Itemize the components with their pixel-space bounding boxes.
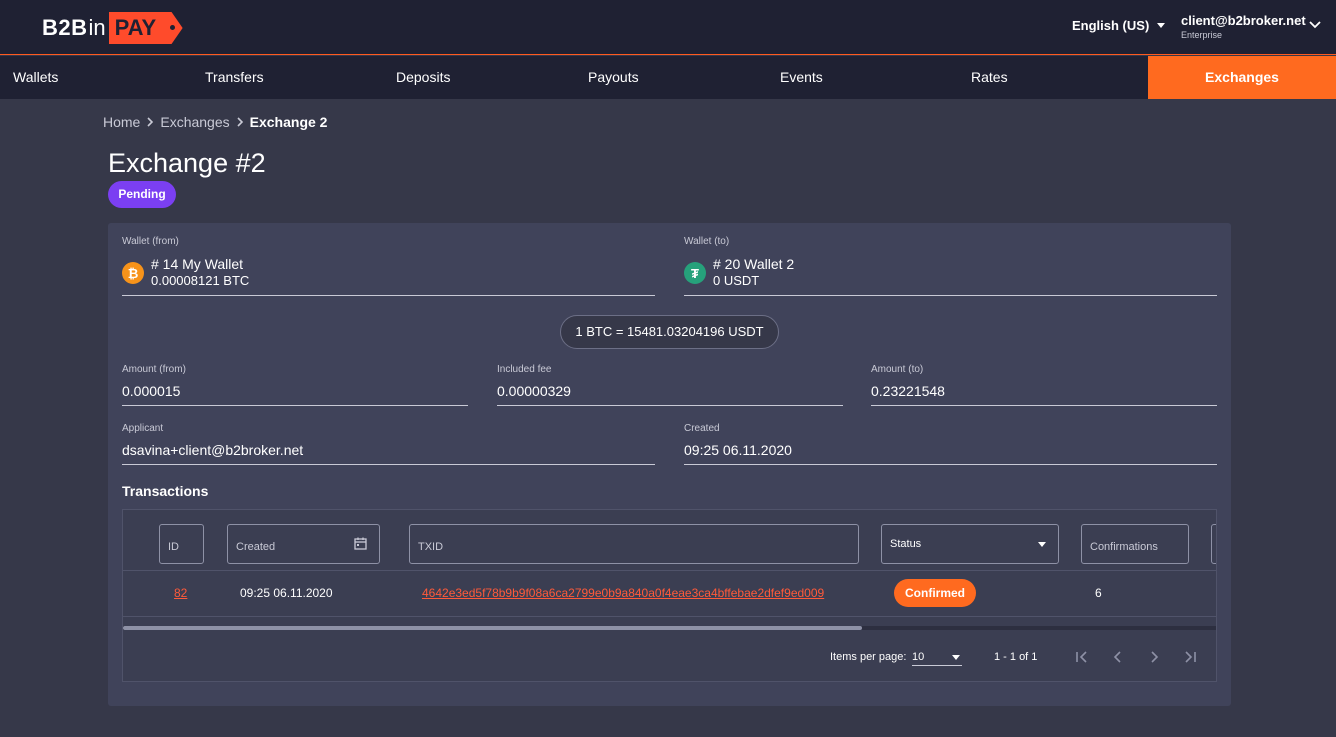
status-filter-label: Status (890, 538, 922, 550)
created-filter-label: Created (236, 541, 276, 553)
applicant-field: Applicant dsavina+client@b2broker.net (122, 423, 655, 465)
breadcrumb-exchanges[interactable]: Exchanges (160, 114, 229, 130)
nav-deposits[interactable]: Deposits (396, 56, 450, 99)
logo-b2b-text: B2B (42, 15, 88, 40)
breadcrumb-home[interactable]: Home (103, 114, 140, 130)
nav-transfers[interactable]: Transfers (205, 56, 264, 99)
breadcrumb-current: Exchange 2 (249, 114, 328, 130)
caret-down-icon (1157, 23, 1166, 28)
logo-pay-text: PAY (114, 15, 157, 40)
page-title: Exchange #2 (108, 148, 266, 178)
id-filter-label: ID (168, 541, 179, 553)
nav-exchanges[interactable]: Exchanges (1148, 56, 1336, 99)
pagination-range: 1 - 1 of 1 (994, 651, 1038, 663)
last-page-icon[interactable] (1179, 646, 1201, 668)
user-menu[interactable]: client@b2broker.net Enterprise (1181, 13, 1306, 40)
top-bar: B2B in PAY English (US) client@b2broker.… (0, 0, 1336, 55)
applicant-label: Applicant (122, 423, 164, 434)
included-fee-label: Included fee (497, 364, 552, 375)
transaction-txid-link[interactable]: 4642e3ed5f78b9b9f08a6ca2799e0b9a840a0f4e… (422, 586, 824, 600)
main-nav: Wallets Transfers Deposits Payouts Event… (0, 56, 1336, 99)
logo-pay-tag: PAY (108, 12, 183, 44)
wallet-from-field: Wallet (from) ₿ # 14 My Wallet 0.0000812… (122, 236, 655, 296)
created-label: Created (684, 423, 720, 434)
included-fee-value: 0.00000329 (497, 383, 571, 399)
caret-down-icon (1038, 542, 1046, 547)
transaction-id-link[interactable]: 82 (174, 586, 187, 600)
tether-icon: ₮ (684, 262, 706, 284)
nav-payouts[interactable]: Payouts (588, 56, 639, 99)
exchange-rate: 1 BTC = 15481.03204196 USDT (560, 315, 779, 349)
row-divider (123, 616, 1216, 617)
applicant-value: dsavina+client@b2broker.net (122, 442, 304, 458)
wallet-to-name: # 20 Wallet 2 (713, 256, 795, 272)
calendar-icon[interactable] (354, 537, 367, 550)
header-divider (123, 570, 1216, 571)
next-page-icon[interactable] (1143, 646, 1165, 668)
amount-to-field: Amount (to) 0.23221548 (871, 364, 1217, 406)
items-per-page-select[interactable]: 10 (912, 648, 962, 666)
previous-page-icon[interactable] (1107, 646, 1129, 668)
wallet-from-name: # 14 My Wallet (151, 256, 244, 272)
nav-wallets[interactable]: Wallets (13, 56, 58, 99)
status-badge: Pending (108, 181, 176, 208)
caret-down-icon (952, 655, 960, 660)
logo-tag-hole (169, 25, 175, 30)
breadcrumb: Home Exchanges Exchange 2 (103, 114, 327, 130)
language-selector[interactable]: English (US) (1072, 18, 1166, 33)
scrollbar-thumb[interactable] (123, 626, 862, 630)
next-column-filter[interactable] (1211, 524, 1216, 564)
status-filter-select[interactable]: Status (881, 524, 1059, 564)
items-per-page-label: Items per page: (830, 651, 907, 663)
wallet-to-balance: 0 USDT (713, 273, 760, 288)
transactions-title: Transactions (122, 483, 209, 499)
wallet-from-label: Wallet (from) (122, 236, 179, 247)
language-label: English (US) (1072, 18, 1150, 33)
created-value: 09:25 06.11.2020 (684, 442, 792, 458)
id-filter-input[interactable]: ID (159, 524, 204, 564)
wallet-to-field: Wallet (to) ₮ # 20 Wallet 2 0 USDT (684, 236, 1217, 296)
logo-in-text: in (88, 15, 106, 40)
amount-from-label: Amount (from) (122, 364, 186, 375)
chevron-down-icon[interactable] (1308, 18, 1322, 32)
amount-to-label: Amount (to) (871, 364, 924, 375)
wallet-to-label: Wallet (to) (684, 236, 730, 247)
user-role: Enterprise (1181, 30, 1223, 40)
amount-to-value: 0.23221548 (871, 383, 945, 399)
bitcoin-icon: ₿ (122, 262, 144, 284)
confirmations-filter-input[interactable]: Confirmations (1081, 524, 1189, 564)
created-field: Created 09:25 06.11.2020 (684, 423, 1217, 465)
b2binpay-logo[interactable]: B2B in PAY (42, 12, 183, 44)
transaction-status-badge: Confirmed (894, 579, 976, 607)
created-filter-input[interactable]: Created (227, 524, 380, 564)
amount-from-field: Amount (from) 0.000015 (122, 364, 468, 406)
user-email: client@b2broker.net (1181, 13, 1306, 28)
amount-from-value: 0.000015 (122, 383, 181, 399)
wallet-from-balance: 0.00008121 BTC (151, 273, 250, 288)
nav-rates[interactable]: Rates (971, 56, 1008, 99)
items-per-page-value: 10 (912, 651, 925, 663)
txid-filter-label: TXID (418, 541, 444, 553)
included-fee-field: Included fee 0.00000329 (497, 364, 843, 406)
chevron-right-icon (146, 117, 154, 127)
exchange-details-card: Wallet (from) ₿ # 14 My Wallet 0.0000812… (108, 223, 1231, 706)
first-page-icon[interactable] (1071, 646, 1093, 668)
confirmations-filter-label: Confirmations (1090, 541, 1158, 553)
chevron-right-icon (236, 117, 244, 127)
transaction-confirmations: 6 (1095, 586, 1102, 600)
txid-filter-input[interactable]: TXID (409, 524, 859, 564)
transaction-created: 09:25 06.11.2020 (240, 586, 333, 600)
transactions-table: ID Created TXID Status Confirmations 82 … (122, 509, 1217, 682)
nav-events[interactable]: Events (780, 56, 823, 99)
